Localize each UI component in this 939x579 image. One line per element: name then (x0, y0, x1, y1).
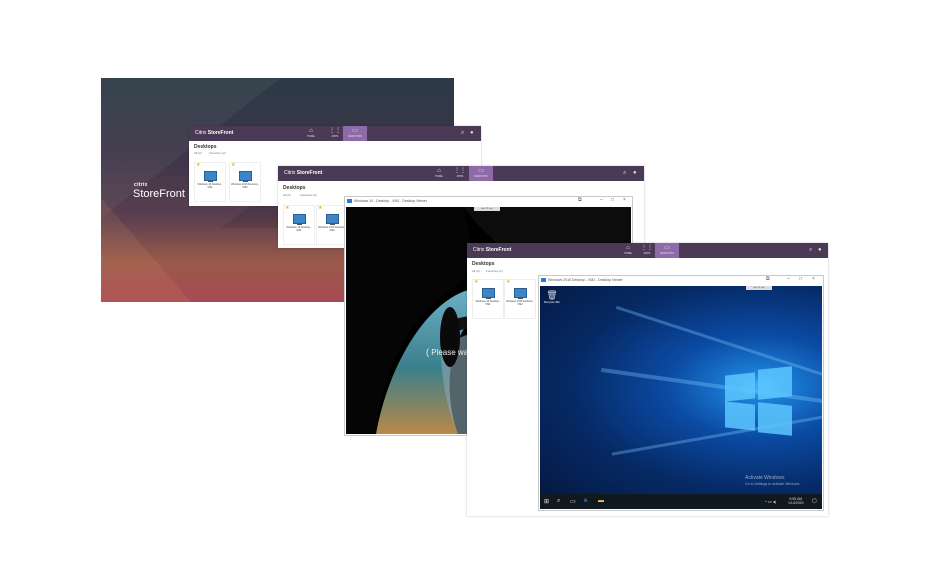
restore-remote-icon[interactable]: ⧉ (578, 197, 582, 203)
filter-favorites[interactable]: Favorites (2) (486, 269, 503, 273)
spinner-icon: ( (426, 347, 429, 357)
desktop-viewer-window-2: Windows 2016 Desktop - VM2 - Desktop Vie… (538, 275, 824, 511)
desktop-icon: ▭ (478, 168, 484, 174)
tray-icons[interactable]: ^ ▭ ◂) (765, 499, 776, 504)
minimize-button[interactable]: – (600, 197, 603, 203)
clock[interactable]: 9:55 AM 1/14/2020 (788, 497, 804, 505)
storefront-header: Citrix StoreFront ⌂ HOME ⋮⋮ APPS ▭ DESKTOPS… (467, 243, 828, 258)
filter-all[interactable]: All (2) (194, 151, 202, 155)
viewer-titlebar: Windows 2016 Desktop - VM2 - Desktop Vie… (539, 276, 823, 285)
search-icon[interactable]: ⌕ (557, 498, 560, 505)
maximize-button[interactable]: □ (799, 276, 802, 282)
star-icon[interactable]: ★ (285, 205, 289, 211)
please-wait-text: ( Please wait (426, 347, 473, 357)
tab-desktops[interactable]: ▭ DESKTOPS (655, 243, 679, 258)
storefront-brand: Citrix StoreFront (195, 130, 234, 136)
file-explorer-icon[interactable]: ▬ (598, 498, 604, 504)
notification-icon[interactable]: ▢ (812, 498, 817, 504)
section-title: Desktops (283, 185, 306, 191)
start-icon[interactable]: ⊞ (544, 498, 549, 505)
filter-all[interactable]: All (2) (472, 269, 480, 273)
desktop-icon: ▭ (664, 245, 670, 251)
search-icon[interactable]: ⌕ (461, 130, 464, 137)
section-title: Desktops (194, 144, 217, 150)
monitor-icon (482, 288, 495, 299)
windows-logo-pane (725, 372, 755, 402)
viewer-toolbar-handle[interactable]: ▪▪▪▪ ▼ ▪▪▪▪ (474, 207, 500, 211)
task-view-icon[interactable]: ▭ (570, 498, 576, 505)
section-title: Desktops (472, 261, 495, 267)
viewer-toolbar-handle[interactable]: ▪▪▪▪ ▼ ▪▪▪▪ (746, 286, 772, 290)
remote-desktop[interactable]: ▪▪▪▪ ▼ ▪▪▪▪ 🗑 Recycle Bin Activate Windo… (540, 286, 822, 509)
storefront-brand: Citrix StoreFront (284, 170, 323, 176)
activate-windows-title: Activate Windows (745, 475, 785, 481)
storefront-header: Citrix StoreFront ⌂ HOME ⋮⋮ APPS ▭ DESKTOPS… (278, 166, 644, 181)
tab-desktops[interactable]: ▭ DESKTOPS (343, 126, 367, 141)
tab-home[interactable]: ⌂ HOME (299, 126, 323, 141)
edge-icon[interactable]: e (584, 498, 587, 504)
viewer-title: Windows 2016 Desktop - VM2 - Desktop Vie… (548, 278, 623, 282)
restore-remote-icon[interactable]: ⧉ (766, 276, 770, 282)
windows-logo-pane (758, 402, 792, 436)
monitor-icon (293, 214, 306, 225)
monitor-icon (204, 171, 217, 182)
storefront-brand: Citrix StoreFront (473, 247, 512, 253)
splash-facet (101, 198, 191, 302)
star-icon[interactable]: ★ (506, 279, 510, 285)
recycle-bin[interactable]: 🗑 Recycle Bin (543, 290, 561, 304)
desktop-tile[interactable]: ★ Windows 10 Desktop - VM1 (472, 279, 504, 319)
desktop-tile[interactable]: ★ Windows 2016 Desktop - VM2 (229, 162, 261, 202)
filter-all[interactable]: All (2) (283, 193, 291, 197)
maximize-button[interactable]: □ (611, 197, 614, 203)
viewer-title: Windows 10 - Desktop - VM1 - Desktop Vie… (354, 199, 427, 203)
taskbar: ⊞ ⌕ ▭ e ▬ ^ ▭ ◂) 9:55 AM 1/14/2020 ▢ (540, 494, 822, 509)
activate-windows-subtitle: Go to Settings to activate Windows. (745, 482, 801, 486)
close-button[interactable]: × (812, 276, 815, 282)
filter-favorites[interactable]: Favorites (2) (209, 151, 226, 155)
desktop-icon: ▭ (352, 128, 358, 134)
monitor-icon (514, 288, 527, 299)
desktop-tile[interactable]: ★ Windows 10 Desktop - VM1 (194, 162, 226, 202)
filter-favorites[interactable]: Favorites (2) (300, 193, 317, 197)
splash-title: StoreFront (133, 188, 185, 200)
home-icon: ⌂ (309, 128, 313, 134)
search-icon[interactable]: ⌕ (809, 247, 812, 254)
viewer-app-icon (541, 278, 546, 282)
storefront-header: Citrix StoreFront ⌂ HOME ⋮⋮ APPS ▭ DESKTOPS… (189, 126, 481, 141)
recycle-bin-icon: 🗑 (546, 290, 558, 300)
star-icon[interactable]: ★ (196, 162, 200, 168)
user-icon[interactable]: ● (470, 130, 474, 136)
minimize-button[interactable]: – (787, 276, 790, 282)
monitor-icon (239, 171, 252, 182)
desktop-tile[interactable]: ★ Windows 10 Desktop - VM1 (283, 205, 315, 245)
windows-logo-pane (758, 366, 792, 400)
close-button[interactable]: × (623, 197, 626, 203)
user-icon[interactable]: ● (633, 170, 637, 176)
monitor-icon (326, 214, 339, 225)
search-icon[interactable]: ⌕ (623, 170, 626, 177)
user-icon[interactable]: ● (818, 247, 822, 253)
star-icon[interactable]: ★ (231, 162, 235, 168)
windows-logo-pane (725, 401, 755, 431)
viewer-app-icon (347, 199, 352, 203)
desktop-tile[interactable]: ★ Windows 2016 Desktop - VM2 (504, 279, 536, 319)
tab-desktops[interactable]: ▭ DESKTOPS (469, 166, 493, 181)
viewer-titlebar: Windows 10 - Desktop - VM1 - Desktop Vie… (345, 197, 632, 206)
star-icon[interactable]: ★ (474, 279, 478, 285)
star-icon[interactable]: ★ (318, 205, 322, 211)
